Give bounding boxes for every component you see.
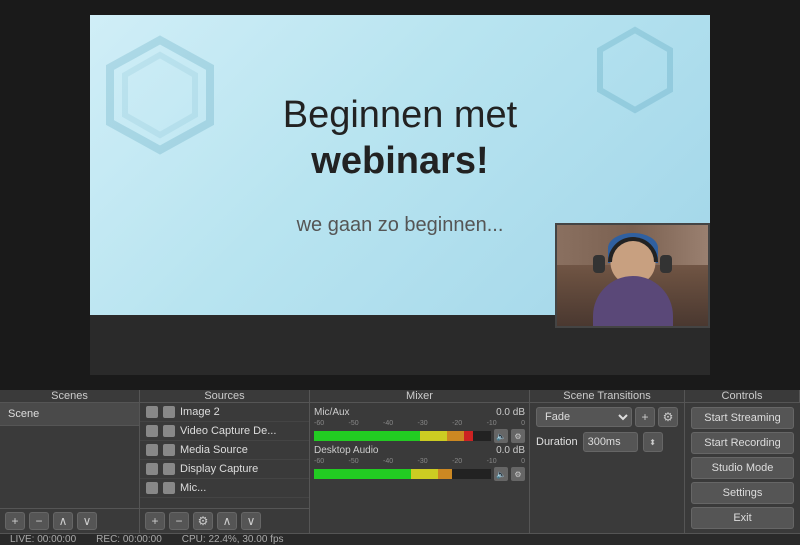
sources-panel: Image 2 Video Capture De... Media Source…: [140, 403, 310, 533]
mixer-panel: Mic/Aux 0.0 dB -60-50-40-30-20-100: [310, 403, 530, 533]
scenes-panel-header: Scenes: [0, 390, 140, 402]
mixer-desktop-meter-row: 🔈 ⚙: [314, 467, 525, 481]
source-label: Display Capture: [180, 463, 258, 475]
mixer-desktop-meter: [314, 469, 491, 479]
start-recording-button[interactable]: Start Recording: [691, 432, 794, 454]
person-body: [593, 276, 673, 326]
source-item-display[interactable]: Display Capture: [140, 460, 309, 479]
visibility-icon: [146, 425, 158, 437]
move-scene-up-button[interactable]: ∧: [53, 512, 73, 530]
rec-status: REC: 00:00:00: [96, 534, 162, 545]
remove-scene-button[interactable]: −: [29, 512, 49, 530]
duration-input[interactable]: [583, 432, 638, 452]
headphone-ear-left: [593, 255, 605, 273]
meter-bar-fill-desktop: [314, 469, 491, 479]
lock-icon: [163, 425, 175, 437]
transitions-panel: Fade + ⚙ Duration ⬍: [530, 403, 685, 533]
meter-orange: [447, 431, 465, 441]
visibility-icon: [146, 463, 158, 475]
add-source-button[interactable]: +: [145, 512, 165, 530]
mixer-mic-db: 0.0 dB: [496, 407, 525, 418]
mute-desktop-icon[interactable]: 🔈: [494, 467, 508, 481]
settings-button[interactable]: Settings: [691, 482, 794, 504]
add-transition-button[interactable]: +: [635, 407, 655, 427]
mixer-desktop-db: 0.0 dB: [496, 445, 525, 456]
visibility-icon: [146, 482, 158, 494]
source-item-mic[interactable]: Mic...: [140, 479, 309, 498]
source-item-media[interactable]: Media Source: [140, 441, 309, 460]
studio-mode-button[interactable]: Studio Mode: [691, 457, 794, 479]
source-item-video-capture[interactable]: Video Capture De...: [140, 422, 309, 441]
lock-icon: [163, 444, 175, 456]
scenes-toolbar: + − ∧ ∨: [0, 508, 139, 533]
visibility-icon: [146, 406, 158, 418]
scene-item[interactable]: Scene: [0, 403, 139, 426]
mixer-mic-label-row: Mic/Aux 0.0 dB: [314, 407, 525, 418]
transition-settings-button[interactable]: ⚙: [658, 407, 678, 427]
mixer-panel-header: Mixer: [310, 390, 530, 402]
controls-panel: Start Streaming Start Recording Studio M…: [685, 403, 800, 533]
sources-panel-header: Sources: [140, 390, 310, 402]
source-label: Mic...: [180, 482, 206, 494]
mixer-settings-icon[interactable]: ⚙: [511, 429, 525, 443]
meter-bar-fill: [314, 431, 491, 441]
start-streaming-button[interactable]: Start Streaming: [691, 407, 794, 429]
transition-type-select[interactable]: Fade: [536, 407, 632, 427]
sources-toolbar: + − ⚙ ∧ ∨: [140, 508, 309, 533]
panel-headers: Scenes Sources Mixer Scene Transitions C…: [0, 390, 800, 403]
mute-icon[interactable]: 🔈: [494, 429, 508, 443]
transitions-panel-header: Scene Transitions: [530, 390, 685, 402]
mixer-mic-meter: [314, 431, 491, 441]
exit-button[interactable]: Exit: [691, 507, 794, 529]
bottom-panel: Scenes Sources Mixer Scene Transitions C…: [0, 390, 800, 544]
live-status: LIVE: 00:00:00: [10, 534, 76, 545]
panel-content: Scene + − ∧ ∨ Image 2 Video Capture De..…: [0, 403, 800, 533]
source-label: Media Source: [180, 444, 248, 456]
add-scene-button[interactable]: +: [5, 512, 25, 530]
source-label: Video Capture De...: [180, 425, 276, 437]
mixer-desktop-scale: -60-50-40-30-20-100: [314, 458, 525, 465]
source-label: Image 2: [180, 406, 220, 418]
meter-red: [464, 431, 473, 441]
move-source-up-button[interactable]: ∧: [217, 512, 237, 530]
slide-title: Beginnen met webinars!: [283, 93, 518, 184]
meter-green: [314, 431, 420, 441]
move-source-down-button[interactable]: ∨: [241, 512, 261, 530]
mixer-desktop-label-row: Desktop Audio 0.0 dB: [314, 445, 525, 456]
mixer-desktop-name: Desktop Audio: [314, 445, 379, 456]
cpu-status: CPU: 22.4%, 30.00 fps: [182, 534, 284, 545]
controls-panel-header: Controls: [685, 390, 800, 402]
slide-subtitle: we gaan zo beginnen...: [297, 214, 504, 237]
visibility-icon: [146, 444, 158, 456]
duration-label: Duration: [536, 436, 578, 448]
slide-title-line2: webinars!: [311, 140, 488, 182]
webcam-overlay: [555, 223, 710, 328]
meter-green-d: [314, 469, 411, 479]
meter-yellow: [420, 431, 447, 441]
meter-orange-d: [438, 469, 452, 479]
move-scene-down-button[interactable]: ∨: [77, 512, 97, 530]
headphone-ear-right: [660, 255, 672, 273]
transition-duration-row: Duration ⬍: [536, 432, 678, 452]
lock-icon: [163, 463, 175, 475]
lock-icon: [163, 406, 175, 418]
meter-yellow-d: [411, 469, 438, 479]
webcam-person: [557, 225, 708, 326]
mixer-channel-mic: Mic/Aux 0.0 dB -60-50-40-30-20-100: [314, 407, 525, 443]
slide-title-line1: Beginnen met: [283, 94, 518, 136]
status-bar: LIVE: 00:00:00 REC: 00:00:00 CPU: 22.4%,…: [0, 533, 800, 545]
mixer-mic-scale: -60-50-40-30-20-100: [314, 420, 525, 427]
source-settings-button[interactable]: ⚙: [193, 512, 213, 530]
preview-area: Beginnen met webinars! we gaan zo beginn…: [0, 0, 800, 390]
mixer-mic-name: Mic/Aux: [314, 407, 350, 418]
remove-source-button[interactable]: −: [169, 512, 189, 530]
scenes-panel: Scene + − ∧ ∨: [0, 403, 140, 533]
transition-select-row: Fade + ⚙: [536, 407, 678, 427]
mixer-channel-desktop: Desktop Audio 0.0 dB -60-50-40-30-20-100: [314, 445, 525, 481]
duration-spinner[interactable]: ⬍: [643, 432, 663, 452]
mixer-mic-meter-row: 🔈 ⚙: [314, 429, 525, 443]
mixer-desktop-settings-icon[interactable]: ⚙: [511, 467, 525, 481]
lock-icon: [163, 482, 175, 494]
source-item-image2[interactable]: Image 2: [140, 403, 309, 422]
